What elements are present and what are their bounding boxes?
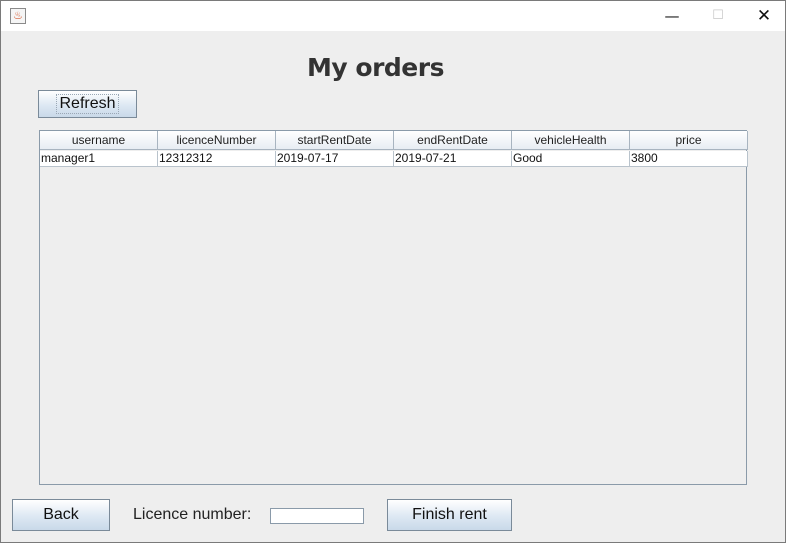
licence-number-label: Licence number:: [133, 506, 252, 523]
refresh-button[interactable]: Refresh: [38, 90, 137, 118]
orders-table[interactable]: username licenceNumber startRentDate end…: [39, 130, 748, 485]
cell-vehicle-health[interactable]: Good: [512, 151, 630, 167]
close-button[interactable]: ✕: [741, 1, 786, 31]
table-row[interactable]: manager1 12312312 2019-07-17 2019-07-21 …: [40, 151, 748, 167]
licence-number-input[interactable]: [270, 508, 364, 524]
column-header-vehicle-health[interactable]: vehicleHealth: [512, 131, 630, 150]
maximize-button[interactable]: ☐: [695, 1, 741, 31]
column-header-username[interactable]: username: [40, 131, 158, 150]
cell-start-rent-date[interactable]: 2019-07-17: [276, 151, 394, 167]
cell-username[interactable]: manager1: [40, 151, 158, 167]
finish-rent-button[interactable]: Finish rent: [387, 499, 512, 531]
back-button[interactable]: Back: [12, 499, 110, 531]
cell-price[interactable]: 3800: [630, 151, 748, 167]
title-bar: ♨ — ☐ ✕: [1, 1, 785, 31]
page-title: My orders: [307, 53, 444, 82]
refresh-button-label: Refresh: [56, 94, 119, 114]
java-cup-icon: ♨: [10, 8, 26, 24]
column-header-price[interactable]: price: [630, 131, 748, 150]
column-header-end-rent-date[interactable]: endRentDate: [394, 131, 512, 150]
cell-end-rent-date[interactable]: 2019-07-21: [394, 151, 512, 167]
column-header-licence-number[interactable]: licenceNumber: [158, 131, 276, 150]
minimize-button[interactable]: —: [649, 1, 695, 31]
table-header: username licenceNumber startRentDate end…: [40, 131, 748, 151]
column-header-start-rent-date[interactable]: startRentDate: [276, 131, 394, 150]
cell-licence-number[interactable]: 12312312: [158, 151, 276, 167]
app-window: ♨ — ☐ ✕ My orders Refresh username licen…: [0, 0, 786, 543]
